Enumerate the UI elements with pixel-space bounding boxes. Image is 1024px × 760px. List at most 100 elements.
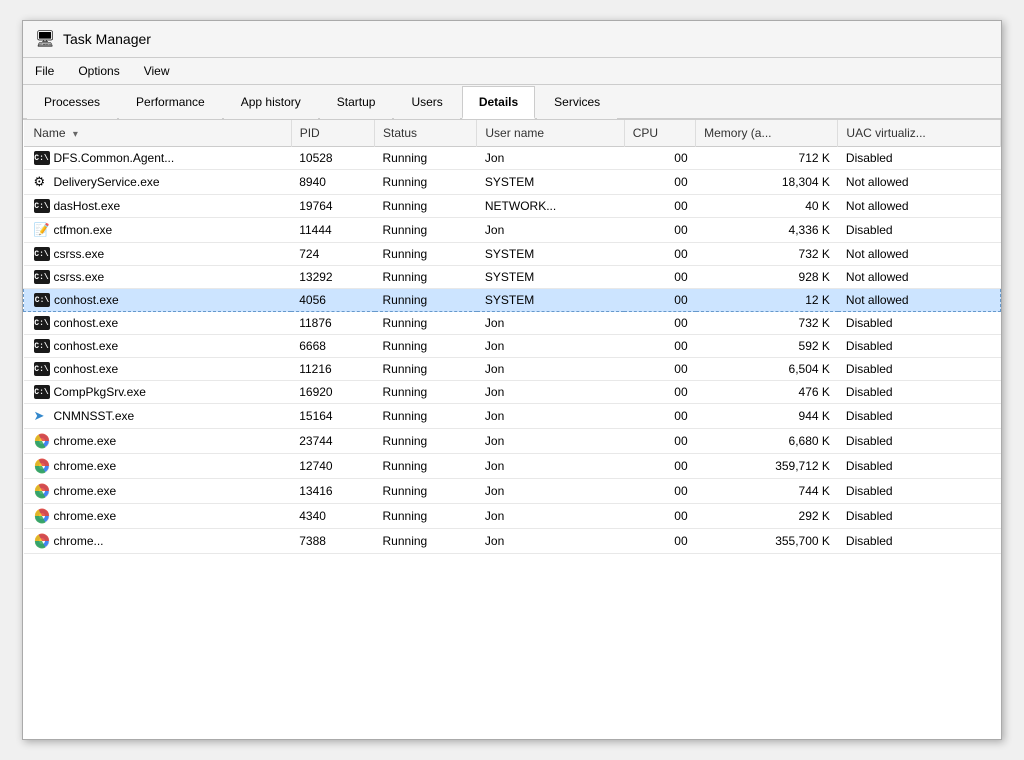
table-row[interactable]: C:\ DFS.Common.Agent... 10528 Running Jo… (24, 147, 1001, 170)
cell-status: Running (375, 218, 477, 243)
table-row[interactable]: C:\ conhost.exe 11216 Running Jon 00 6,5… (24, 358, 1001, 381)
cell-user: Jon (477, 335, 624, 358)
col-header-name[interactable]: Name ▾ (24, 120, 292, 147)
cell-cpu: 00 (624, 147, 695, 170)
cell-name: C:\ conhost.exe (24, 312, 292, 335)
cell-pid: 13416 (291, 479, 374, 504)
cell-pid: 7388 (291, 529, 374, 554)
cell-name: chrome.exe (24, 479, 292, 504)
menu-file[interactable]: File (31, 62, 58, 80)
cell-status: Running (375, 454, 477, 479)
cell-name: C:\ dasHost.exe (24, 195, 292, 218)
cell-memory: 732 K (696, 243, 838, 266)
tab-app-history[interactable]: App history (224, 86, 318, 119)
table-row[interactable]: C:\ csrss.exe 13292 Running SYSTEM 00 92… (24, 266, 1001, 289)
cell-user: Jon (477, 218, 624, 243)
cell-status: Running (375, 358, 477, 381)
cell-status: Running (375, 266, 477, 289)
table-row[interactable]: C:\ conhost.exe 11876 Running Jon 00 732… (24, 312, 1001, 335)
col-header-status[interactable]: Status (375, 120, 477, 147)
col-header-memory[interactable]: Memory (a... (696, 120, 838, 147)
cell-pid: 19764 (291, 195, 374, 218)
tab-services[interactable]: Services (537, 86, 617, 119)
table-row[interactable]: C:\ csrss.exe 724 Running SYSTEM 00 732 … (24, 243, 1001, 266)
tab-processes[interactable]: Processes (27, 86, 117, 119)
table-row[interactable]: ➤ CNMNSST.exe 15164 Running Jon 00 944 K… (24, 404, 1001, 429)
cell-status: Running (375, 381, 477, 404)
cell-pid: 11216 (291, 358, 374, 381)
cell-uac: Disabled (838, 358, 1001, 381)
cell-uac: Not allowed (838, 266, 1001, 289)
cell-uac: Disabled (838, 404, 1001, 429)
cell-memory: 359,712 K (696, 454, 838, 479)
cell-uac: Disabled (838, 529, 1001, 554)
cell-name: ⚙ DeliveryService.exe (24, 170, 292, 195)
table-row[interactable]: C:\ conhost.exe 4056 Running SYSTEM 00 1… (24, 289, 1001, 312)
cell-cpu: 00 (624, 504, 695, 529)
cell-uac: Disabled (838, 335, 1001, 358)
cell-status: Running (375, 195, 477, 218)
cell-memory: 6,680 K (696, 429, 838, 454)
process-table-container: Name ▾ PID Status User name (23, 120, 1001, 554)
table-row[interactable]: C:\ CompPkgSrv.exe 16920 Running Jon 00 … (24, 381, 1001, 404)
cell-pid: 16920 (291, 381, 374, 404)
cell-uac: Disabled (838, 479, 1001, 504)
menu-bar: File Options View (23, 58, 1001, 85)
tab-users[interactable]: Users (394, 86, 459, 119)
cell-uac: Not allowed (838, 289, 1001, 312)
cell-memory: 712 K (696, 147, 838, 170)
cell-memory: 355,700 K (696, 529, 838, 554)
table-row[interactable]: chrome.exe 12740 Running Jon 00 359,712 … (24, 454, 1001, 479)
tab-details[interactable]: Details (462, 86, 535, 119)
cell-pid: 4340 (291, 504, 374, 529)
cell-status: Running (375, 335, 477, 358)
table-row[interactable]: chrome.exe 4340 Running Jon 00 292 K Dis… (24, 504, 1001, 529)
cell-memory: 732 K (696, 312, 838, 335)
cell-cpu: 00 (624, 335, 695, 358)
tab-performance[interactable]: Performance (119, 86, 222, 119)
cell-memory: 928 K (696, 266, 838, 289)
cell-user: SYSTEM (477, 266, 624, 289)
app-icon: 🖥 (35, 29, 55, 49)
cell-user: SYSTEM (477, 289, 624, 312)
cell-uac: Disabled (838, 504, 1001, 529)
col-header-username[interactable]: User name (477, 120, 624, 147)
table-row[interactable]: chrome... 7388 Running Jon 00 355,700 K … (24, 529, 1001, 554)
cell-memory: 292 K (696, 504, 838, 529)
cell-uac: Disabled (838, 381, 1001, 404)
cell-name: C:\ csrss.exe (24, 266, 292, 289)
table-row[interactable]: chrome.exe 13416 Running Jon 00 744 K Di… (24, 479, 1001, 504)
cell-pid: 23744 (291, 429, 374, 454)
table-row[interactable]: C:\ conhost.exe 6668 Running Jon 00 592 … (24, 335, 1001, 358)
col-header-pid[interactable]: PID (291, 120, 374, 147)
col-header-cpu[interactable]: CPU (624, 120, 695, 147)
table-row[interactable]: 📝 ctfmon.exe 11444 Running Jon 00 4,336 … (24, 218, 1001, 243)
cell-pid: 13292 (291, 266, 374, 289)
cell-cpu: 00 (624, 454, 695, 479)
cell-pid: 15164 (291, 404, 374, 429)
menu-view[interactable]: View (140, 62, 174, 80)
cell-status: Running (375, 243, 477, 266)
cell-memory: 944 K (696, 404, 838, 429)
cell-memory: 476 K (696, 381, 838, 404)
cell-status: Running (375, 429, 477, 454)
cell-cpu: 00 (624, 404, 695, 429)
table-row[interactable]: chrome.exe 23744 Running Jon 00 6,680 K … (24, 429, 1001, 454)
cell-user: Jon (477, 147, 624, 170)
tab-startup[interactable]: Startup (320, 86, 393, 119)
menu-options[interactable]: Options (74, 62, 123, 80)
cell-cpu: 00 (624, 312, 695, 335)
title-bar: 🖥 Task Manager (23, 21, 1001, 58)
cell-cpu: 00 (624, 479, 695, 504)
cell-status: Running (375, 289, 477, 312)
cell-cpu: 00 (624, 529, 695, 554)
cell-name: 📝 ctfmon.exe (24, 218, 292, 243)
table-row[interactable]: ⚙ DeliveryService.exe 8940 Running SYSTE… (24, 170, 1001, 195)
cell-uac: Not allowed (838, 195, 1001, 218)
content-area: Name ▾ PID Status User name (23, 120, 1001, 554)
col-header-uac[interactable]: UAC virtualiz... (838, 120, 1001, 147)
table-row[interactable]: C:\ dasHost.exe 19764 Running NETWORK...… (24, 195, 1001, 218)
cell-pid: 11444 (291, 218, 374, 243)
cell-memory: 744 K (696, 479, 838, 504)
cell-pid: 4056 (291, 289, 374, 312)
